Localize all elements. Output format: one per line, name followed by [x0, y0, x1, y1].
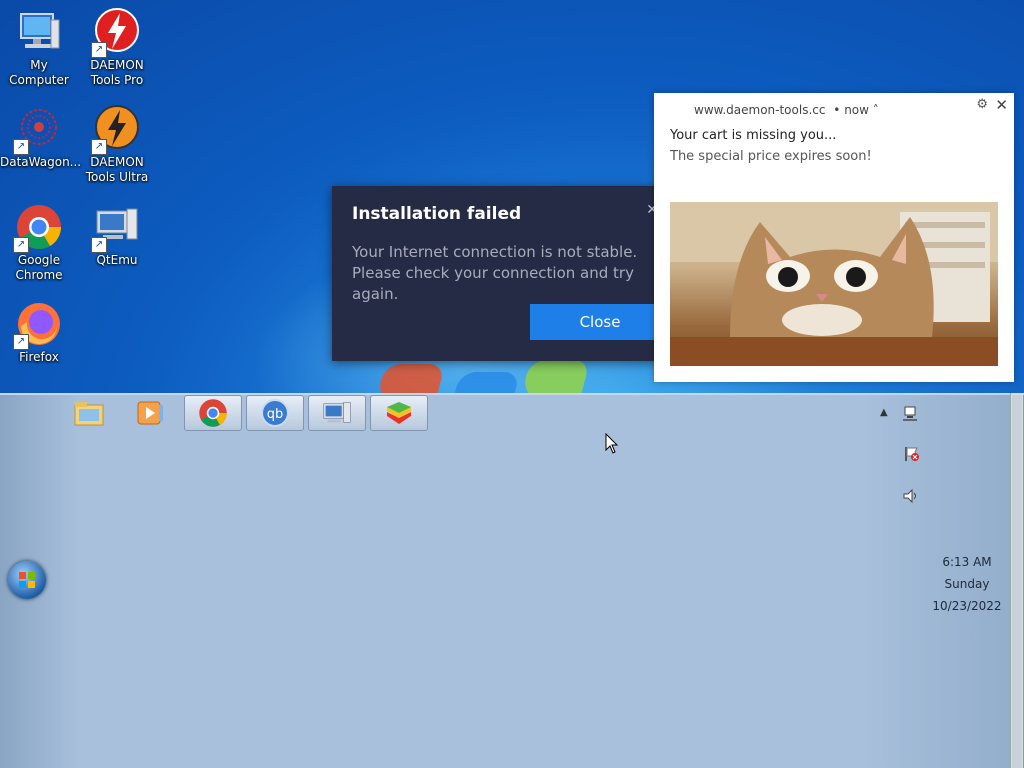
- firefox-icon: ↗: [13, 300, 63, 350]
- close-button[interactable]: Close: [530, 304, 662, 340]
- scrollbar-thumb[interactable]: [1012, 395, 1022, 768]
- qtemu-icon: [323, 402, 351, 423]
- desktop-icon-label: Google Chrome: [15, 253, 63, 282]
- clock-date: 10/23/2022: [932, 599, 1002, 613]
- taskbar: qb ▲ 6:13 AM Sunday 10/23/2022: [0, 393, 1024, 768]
- taskbar-button-file-explorer[interactable]: [60, 395, 118, 431]
- shortcut-arrow-icon: ↗: [91, 139, 107, 155]
- desktop-icon-label: QtEmu: [96, 253, 138, 267]
- notification-body: The special price expires soon!: [670, 149, 872, 164]
- shortcut-arrow-icon: ↗: [91, 42, 107, 58]
- qbittorrent-icon: qb: [261, 399, 289, 427]
- clock-day: Sunday: [944, 577, 990, 591]
- desktop-icon-datawagon[interactable]: ↗ DataWagon...: [0, 105, 82, 170]
- show-hidden-icons-icon[interactable]: ▲: [880, 407, 888, 418]
- close-icon[interactable]: ✕: [995, 96, 1008, 114]
- chrome-icon: ↗: [13, 203, 63, 253]
- datawagon-icon: ↗: [13, 105, 63, 155]
- notification-source: www.daemon-tools.cc • now ˄: [694, 103, 879, 117]
- desktop: My Computer ↗ DAEMON Tools Pro ↗ DataWag…: [0, 0, 1024, 393]
- shortcut-arrow-icon: ↗: [13, 237, 29, 253]
- daemon-tools-pro-icon: ↗: [91, 8, 141, 58]
- system-clock[interactable]: 6:13 AM Sunday 10/23/2022: [920, 551, 1014, 617]
- start-button[interactable]: [8, 561, 46, 599]
- desktop-icon-daemon-tools-pro[interactable]: ↗ DAEMON Tools Pro: [78, 8, 156, 88]
- taskbar-button-qbittorrent[interactable]: qb: [246, 395, 304, 431]
- notification-time: • now ˄: [833, 103, 879, 117]
- desktop-icon-label: Firefox: [19, 350, 59, 364]
- windows-logo-icon: [19, 572, 35, 588]
- media-player-icon: [137, 401, 163, 425]
- notification-title: Your cart is missing you...: [670, 128, 837, 143]
- desktop-icon-label: DAEMON Tools Pro: [90, 58, 144, 87]
- shortcut-arrow-icon: ↗: [91, 237, 107, 253]
- web-notification[interactable]: www.daemon-tools.cc • now ˄ ⚙ ✕ Your car…: [654, 93, 1014, 382]
- desktop-icon-label: My Computer: [9, 58, 69, 87]
- volume-icon[interactable]: [902, 487, 920, 508]
- taskbar-button-qtemu[interactable]: [308, 395, 366, 431]
- taskbar-button-chrome[interactable]: [184, 395, 242, 431]
- notification-source-url: www.daemon-tools.cc: [694, 103, 826, 117]
- dialog-title: Installation failed: [352, 204, 522, 224]
- network-icon[interactable]: [902, 405, 920, 426]
- desktop-icon-label: DAEMON Tools Ultra: [85, 155, 149, 184]
- desktop-icon-firefox[interactable]: ↗ Firefox: [0, 300, 78, 365]
- desktop-icon-daemon-tools-ultra[interactable]: ↗ DAEMON Tools Ultra: [78, 105, 156, 185]
- installation-failed-dialog: Installation failed ✕ Your Internet conn…: [332, 186, 662, 361]
- desktop-icon-google-chrome[interactable]: ↗ Google Chrome: [0, 203, 78, 283]
- file-explorer-icon: [74, 402, 104, 426]
- shortcut-arrow-icon: ↗: [13, 139, 29, 155]
- svg-text:qb: qb: [267, 407, 284, 422]
- chrome-icon: [199, 399, 227, 427]
- taskbar-button-bluestacks[interactable]: [370, 395, 428, 431]
- clock-time: 6:13 AM: [942, 555, 992, 569]
- taskbar-button-media-player[interactable]: [121, 395, 179, 431]
- gear-icon[interactable]: ⚙: [976, 97, 988, 112]
- shortcut-arrow-icon: ↗: [13, 334, 29, 350]
- daemon-tools-ultra-icon: ↗: [91, 105, 141, 155]
- qtemu-icon: ↗: [91, 203, 141, 253]
- action-center-flag-icon[interactable]: [902, 445, 920, 466]
- computer-icon: [15, 8, 63, 56]
- taskbar-scrollbar[interactable]: [1010, 393, 1023, 768]
- desktop-icon-label: DataWagon...: [0, 155, 82, 169]
- desktop-icon-qtemu[interactable]: ↗ QtEmu: [78, 203, 156, 268]
- bluestacks-icon: [387, 402, 411, 424]
- dialog-message: Your Internet connection is not stable. …: [352, 243, 638, 303]
- desktop-icon-my-computer[interactable]: My Computer: [0, 8, 78, 88]
- cat-photo: [670, 202, 998, 366]
